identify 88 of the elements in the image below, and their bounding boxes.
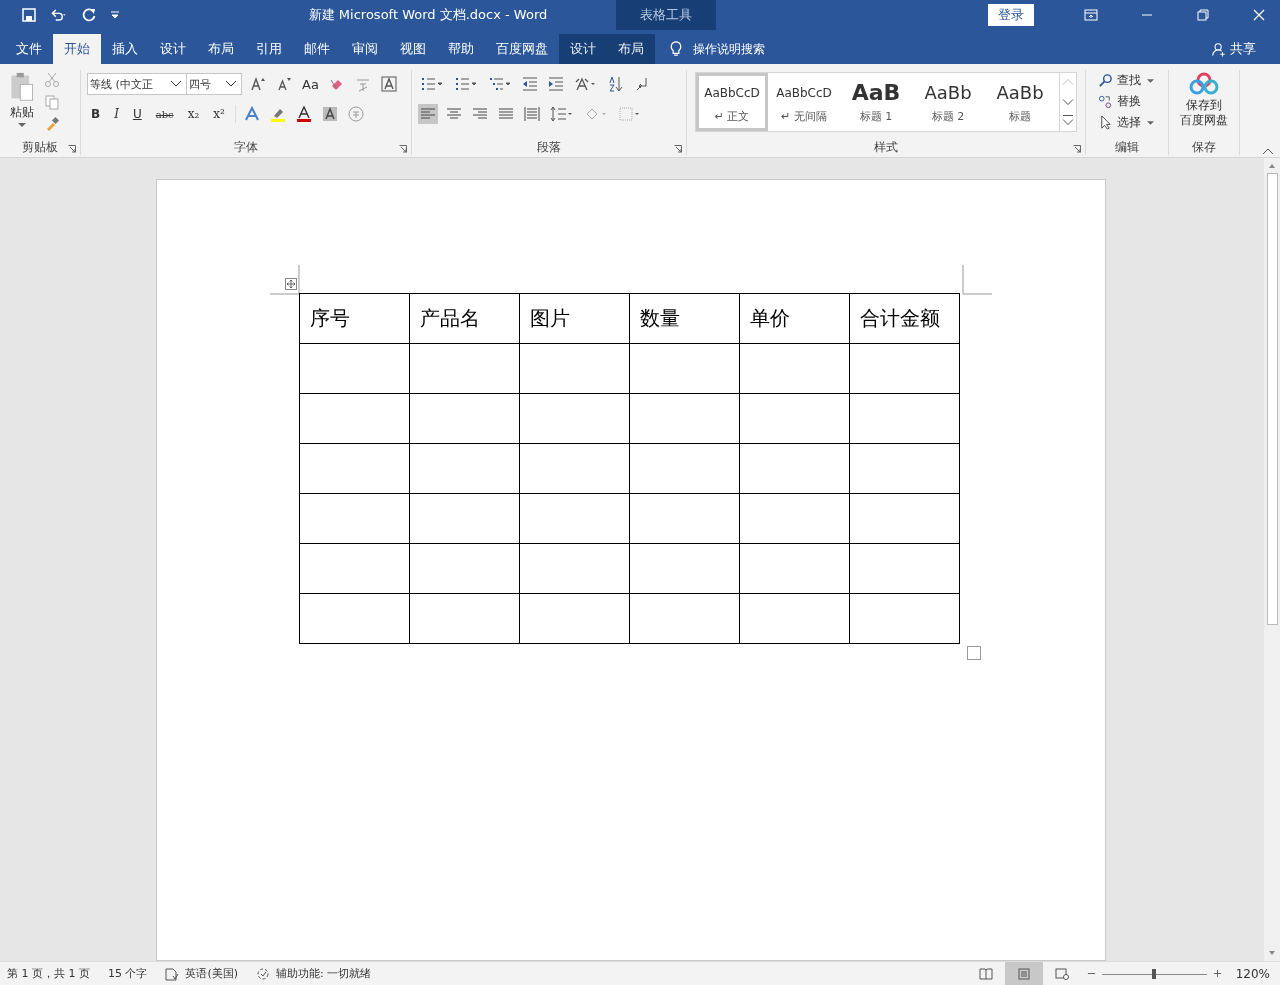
change-case-button[interactable]: Aa [300, 76, 321, 92]
ribbon-tab[interactable]: 帮助 [437, 34, 485, 64]
zoom-in-icon[interactable] [1212, 969, 1222, 978]
replace-icon[interactable] [1098, 94, 1113, 109]
caret-icon[interactable] [18, 123, 26, 127]
style-item[interactable]: AaBbCcD ↵ 正文 [696, 73, 768, 131]
sign-in-button[interactable]: 登录 [988, 4, 1034, 26]
caret-icon[interactable] [1147, 120, 1154, 125]
ribbon-display-icon[interactable] [1084, 8, 1098, 22]
save-to-cloud-button[interactable]: 保存到 百度网盘 [1180, 98, 1228, 128]
lightbulb-icon[interactable] [669, 40, 683, 58]
table-header-cell: 合计金额 [849, 293, 960, 344]
window-title: 新建 Microsoft Word 文档.docx - Word [307, 6, 549, 24]
paste-button[interactable]: 粘贴 [8, 72, 36, 139]
status-text[interactable]: 15 个字 [108, 966, 148, 981]
caret-icon[interactable] [1147, 78, 1154, 83]
style-item[interactable]: AaBb 标题 2 [912, 73, 984, 131]
format-button[interactable]: abc [151, 108, 178, 120]
person-add-icon[interactable] [1212, 40, 1226, 58]
style-item[interactable]: AaBb 标题 [984, 73, 1056, 131]
decrease-indent-icon[interactable] [520, 74, 540, 94]
style-item[interactable]: AaB 标题 1 [840, 73, 912, 131]
group-label: 样式 [874, 140, 898, 154]
dialog-launcher-icon[interactable] [674, 145, 682, 153]
search-icon[interactable] [1098, 73, 1113, 88]
share-button[interactable]: 共享 [1230, 40, 1256, 58]
cursor-icon[interactable] [1098, 115, 1113, 130]
ribbon-tab[interactable]: 布局 [197, 34, 245, 64]
format-button[interactable]: x₂ [183, 107, 204, 121]
cloud-icon[interactable] [1189, 72, 1219, 96]
table-header-cell: 图片 [519, 293, 630, 344]
ribbon-tab[interactable]: 视图 [389, 34, 437, 64]
ribbon-tab[interactable]: 插入 [101, 34, 149, 64]
style-item[interactable]: AaBbCcD ↵ 无间隔 [768, 73, 840, 131]
group-label: 编辑 [1115, 140, 1139, 154]
table-header-cell: 数量 [629, 293, 740, 344]
proofing-icon[interactable] [165, 966, 180, 981]
clipboard-icon[interactable] [8, 72, 36, 102]
chevron-down-icon[interactable] [224, 80, 238, 88]
tell-me-search[interactable]: 操作说明搜索 [693, 40, 765, 58]
ribbon-tab[interactable]: 文件 [0, 34, 53, 64]
table-header-cell: 序号 [299, 293, 410, 344]
format-button[interactable]: I [110, 107, 123, 121]
redo-icon[interactable] [80, 7, 98, 23]
format-button[interactable]: B [87, 107, 105, 121]
collapse-ribbon-icon[interactable] [1262, 147, 1274, 155]
resize-handle[interactable] [967, 646, 981, 660]
ribbon-tab[interactable]: 邮件 [293, 34, 341, 64]
select-button[interactable]: 选择 [1115, 114, 1143, 131]
font-size-field[interactable]: 四号 [186, 73, 242, 95]
undo-icon[interactable] [50, 7, 68, 23]
status-text[interactable]: 第 1 页，共 1 页 [7, 966, 90, 981]
move-handle-icon[interactable] [285, 278, 297, 290]
status-text[interactable]: 英语(美国) [185, 966, 239, 981]
ribbon-tab[interactable]: 设计 [149, 34, 197, 64]
dialog-launcher-icon[interactable] [399, 145, 407, 153]
ribbon-tab[interactable]: 百度网盘 [485, 34, 559, 64]
customize-icon[interactable] [110, 10, 120, 20]
ribbon-tab[interactable]: 布局 [607, 34, 655, 64]
table-header-cell: 单价 [739, 293, 850, 344]
save-icon[interactable] [20, 7, 38, 23]
group-label: 字体 [234, 140, 258, 154]
ribbon-tab[interactable]: 开始 [53, 34, 101, 64]
group-label: 段落 [537, 140, 561, 154]
page-icon[interactable] [1004, 962, 1043, 985]
zoom-level[interactable]: 120% [1235, 966, 1270, 981]
context-label: 表格工具 [616, 0, 716, 30]
table-header-cell: 产品名 [409, 293, 520, 344]
close-icon[interactable] [1252, 8, 1266, 22]
character-border-icon[interactable] [378, 74, 399, 94]
font-name-field[interactable]: 等线 (中文正 [87, 73, 187, 95]
zoom-slider[interactable] [1101, 967, 1207, 980]
ribbon-tab[interactable]: 审阅 [341, 34, 389, 64]
accessibility-icon[interactable] [256, 966, 271, 981]
group-label: 保存 [1192, 140, 1216, 154]
ribbon-tab[interactable]: 设计 [559, 34, 607, 64]
format-button[interactable]: x² [209, 107, 229, 121]
find-button[interactable]: 查找 [1115, 72, 1143, 89]
increase-indent-icon[interactable] [546, 74, 566, 94]
dialog-launcher-icon[interactable] [68, 145, 76, 153]
restore-icon[interactable] [1196, 8, 1210, 22]
group-label: 剪贴板 [22, 140, 58, 154]
chevron-down-icon[interactable] [169, 80, 183, 88]
format-button[interactable]: U [128, 107, 146, 121]
ribbon-tab[interactable]: 引用 [245, 34, 293, 64]
status-text[interactable]: 辅助功能: 一切就绪 [276, 966, 372, 981]
dialog-launcher-icon[interactable] [1073, 145, 1081, 153]
replace-button[interactable]: 替换 [1115, 93, 1143, 110]
